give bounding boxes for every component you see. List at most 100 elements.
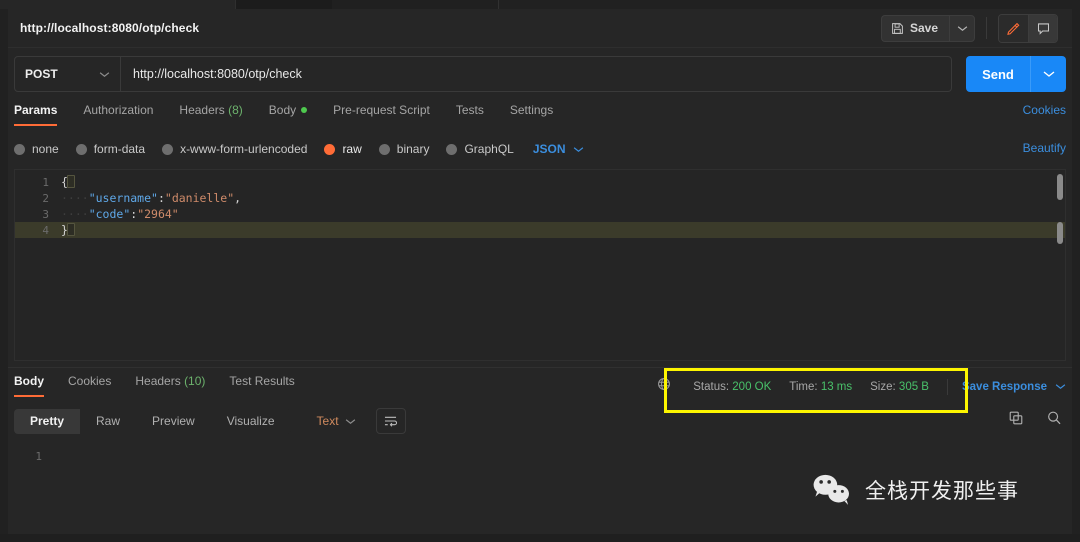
left-edge-gutter [0, 9, 8, 542]
request-body-editor[interactable]: 1 { 2 ····"username":"danielle", 3 ····"… [14, 169, 1066, 361]
radio-label: none [32, 142, 59, 156]
radio-bullet [324, 143, 336, 155]
comment-icon [1037, 22, 1049, 35]
code-text: ····"username":"danielle", [61, 191, 242, 205]
tab-count: (10) [184, 374, 206, 388]
tab-strip-segment-3[interactable] [498, 0, 1080, 9]
response-format-select[interactable]: Text [309, 409, 364, 434]
cookies-link[interactable]: Cookies [1023, 103, 1066, 117]
send-group: Send [966, 56, 1066, 92]
radio-raw[interactable]: raw [324, 142, 362, 156]
code-text: } [61, 223, 68, 237]
radio-binary[interactable]: binary [378, 142, 429, 156]
toolbar-divider [986, 17, 987, 39]
status-meta: Status: 200 OK [693, 381, 771, 393]
size-label: Size: [870, 380, 896, 393]
radio-label: x-www-form-urlencoded [180, 142, 308, 156]
tab-body[interactable]: Body [256, 103, 320, 126]
tab-settings[interactable]: Settings [497, 103, 566, 126]
wechat-icon [813, 474, 849, 505]
edit-request-button[interactable] [999, 14, 1028, 42]
radio-graphql[interactable]: GraphQL [446, 142, 514, 156]
response-tab-cookies[interactable]: Cookies [56, 374, 123, 397]
radio-form-data[interactable]: form-data [75, 142, 146, 156]
beautify-link[interactable]: Beautify [1023, 141, 1066, 155]
tab-label: Headers [179, 103, 225, 117]
code-text: { [61, 175, 68, 189]
chevron-down-icon [957, 25, 967, 31]
view-mode-preview[interactable]: Preview [136, 409, 211, 434]
body-format-label: JSON [532, 142, 566, 156]
request-title: http://localhost:8080/otp/check [20, 21, 200, 35]
http-method-select[interactable]: POST [14, 56, 121, 92]
chevron-down-icon[interactable] [1055, 383, 1066, 390]
word-wrap-button[interactable] [375, 408, 406, 434]
tab-label: Test Results [229, 374, 295, 388]
code-line-current: 4 } [15, 222, 1065, 238]
code-fold-marker[interactable] [67, 175, 75, 188]
chevron-down-icon [345, 418, 355, 424]
comment-request-button[interactable] [1028, 14, 1057, 42]
size-meta: Size: 305 B [870, 381, 929, 393]
floppy-disk-icon [892, 22, 903, 34]
radio-none[interactable]: none [14, 142, 59, 156]
view-mode-pretty[interactable]: Pretty [14, 408, 81, 434]
time-meta: Time: 13 ms [789, 381, 852, 393]
response-action-icons [1008, 410, 1062, 431]
tab-tests[interactable]: Tests [443, 103, 497, 126]
postman-window: http://localhost:8080/otp/check Save POS… [0, 0, 1080, 542]
tab-strip-segment-2[interactable] [332, 0, 498, 9]
tab-headers[interactable]: Headers (8) [166, 103, 255, 126]
line-number: 3 [42, 207, 49, 221]
save-response-button[interactable]: Save Response [962, 381, 1047, 393]
tab-label: Authorization [83, 103, 154, 117]
view-mode-visualize[interactable]: Visualize [211, 409, 291, 434]
word-wrap-icon [385, 416, 398, 427]
tab-authorization[interactable]: Authorization [70, 103, 166, 126]
search-icon[interactable] [1046, 410, 1062, 431]
tab-strip-segment-active[interactable] [0, 0, 236, 9]
tab-pre-request-script[interactable]: Pre-request Script [320, 103, 443, 126]
editor-scrollbar-thumb-upper[interactable] [1057, 174, 1063, 200]
tab-params[interactable]: Params [14, 103, 70, 126]
body-type-options: none form-data x-www-form-urlencoded raw… [14, 138, 1066, 160]
save-button[interactable]: Save [880, 14, 949, 42]
line-number: 4 [42, 223, 49, 237]
radio-bullet [75, 143, 87, 155]
request-name-bar: http://localhost:8080/otp/check Save [8, 9, 1072, 48]
body-format-select[interactable]: JSON [533, 142, 584, 156]
tab-label: Params [14, 103, 58, 117]
tab-label: Pre-request Script [333, 103, 430, 117]
response-tab-body[interactable]: Body [10, 374, 56, 397]
line-number: 1 [42, 175, 49, 189]
radio-bullet [162, 143, 174, 155]
send-dropdown-button[interactable] [1030, 56, 1066, 92]
send-button[interactable]: Send [966, 56, 1030, 92]
meta-divider [946, 378, 948, 395]
code-line: 2 ····"username":"danielle", [15, 190, 1065, 206]
tab-label: Body [268, 103, 297, 117]
code-text: ····"code":"2964" [61, 207, 179, 221]
response-view-modes: Pretty Raw Preview Visualize [14, 408, 291, 434]
tab-count: (8) [228, 103, 243, 117]
radio-bullet [378, 143, 390, 155]
save-button-label: Save [909, 21, 938, 35]
watermark: 全栈开发那些事 [811, 473, 1019, 507]
pencil-icon [1007, 22, 1020, 35]
request-actions: Save [880, 13, 1058, 43]
code-fold-marker[interactable] [67, 223, 75, 236]
editor-scrollbar-thumb-lower[interactable] [1057, 222, 1063, 244]
copy-icon[interactable] [1008, 410, 1024, 431]
save-dropdown-button[interactable] [949, 14, 975, 42]
url-bar: POST http://localhost:8080/otp/check Sen… [14, 56, 1066, 92]
response-tab-headers[interactable]: Headers (10) [123, 374, 217, 397]
response-tab-test-results[interactable]: Test Results [217, 374, 306, 397]
url-input[interactable]: http://localhost:8080/otp/check [121, 56, 952, 92]
request-tabs: Params Authorization Headers (8) Body Pr… [14, 103, 1066, 129]
radio-bullet [14, 143, 25, 155]
view-mode-raw[interactable]: Raw [80, 409, 136, 434]
radio-label: form-data [93, 142, 146, 156]
radio-bullet [446, 143, 458, 155]
radio-x-www-form-urlencoded[interactable]: x-www-form-urlencoded [162, 142, 307, 156]
bottom-edge-strip [0, 534, 1080, 542]
